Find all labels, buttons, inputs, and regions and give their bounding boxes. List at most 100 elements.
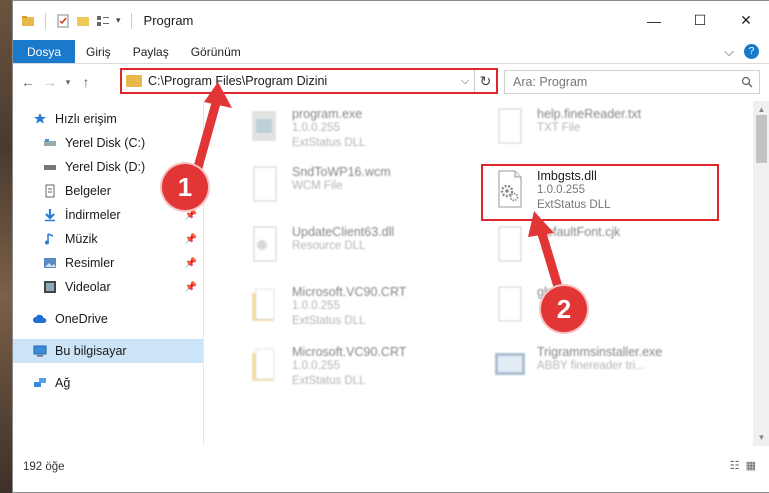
file-meta: ExtStatus DLL (292, 315, 366, 327)
desktop-background-left (0, 0, 12, 493)
download-icon (45, 209, 55, 222)
installer-icon (495, 353, 525, 375)
pin-icon[interactable]: 📌 (185, 234, 197, 245)
list-item[interactable]: Trigrammsinstaller.exe ABBY finereader t… (493, 345, 733, 403)
step-badge-1: 1 (162, 164, 208, 210)
scroll-thumb[interactable] (756, 115, 767, 163)
file-meta: ABBY finereader tri... (537, 360, 645, 372)
window-title: Program (143, 13, 194, 28)
forward-arrow-icon[interactable]: → (39, 74, 61, 90)
list-item[interactable]: Microsoft.VC90.CRT 1.0.0.255 ExtStatus D… (248, 345, 488, 403)
file-name: SndToWP16.wcm (292, 165, 391, 179)
sidebar-item-network[interactable]: Ağ (13, 371, 203, 395)
ribbon-expand-icon[interactable]: ⌵ (724, 44, 734, 60)
file-name: UpdateClient63.dll (292, 225, 395, 239)
sidebar-item-label: Yerel Disk (D:) (65, 160, 146, 174)
window-controls: — ☐ ✕ (631, 1, 769, 40)
sidebar-item-label: İndirmeler (65, 208, 121, 222)
tab-view[interactable]: Görünüm (180, 40, 252, 63)
step-badge-2: 2 (541, 286, 587, 332)
details-view-icon[interactable]: ☷ (730, 459, 740, 472)
help-icon[interactable]: ? (744, 44, 759, 59)
file-name: program.exe (292, 107, 363, 121)
address-dropdown-icon[interactable]: ⌵ (456, 75, 474, 88)
tab-home[interactable]: Giriş (75, 40, 122, 63)
sidebar-item-label: Hızlı erişim (55, 112, 117, 126)
list-item[interactable]: SndToWP16.wcm WCM File (248, 165, 488, 223)
documents-icon (45, 184, 55, 198)
toolbar-separator (130, 12, 132, 29)
computer-icon (33, 345, 47, 357)
sidebar-item-label: Ağ (55, 376, 71, 390)
sidebar-item-label: Müzik (65, 232, 98, 246)
address-row: ← → ▾ ↑ C:\Program Files\Program Dizini … (13, 64, 769, 100)
text-file-icon (498, 108, 522, 144)
refresh-icon[interactable]: ↻ (474, 70, 496, 92)
drive-icon (44, 139, 56, 146)
file-meta: 1.0.0.255 (292, 300, 340, 312)
sidebar-item-label: Resimler (65, 256, 115, 270)
exe-file-icon (252, 111, 276, 141)
list-item[interactable]: UpdateClient63.dll Resource DLL (248, 225, 488, 283)
view-switcher: ☷ ▦ (730, 459, 756, 472)
main-area: Hızlı erişim Yerel Disk (C:) Yerel Disk … (13, 101, 769, 446)
file-name: help.fineReader.txt (537, 107, 642, 121)
sidebar-item-label: Bu bilgisayar (55, 344, 127, 358)
search-input[interactable]: Ara: Program (504, 70, 760, 94)
pin-icon[interactable]: 📌 (185, 258, 197, 269)
pictures-icon (44, 258, 56, 268)
tab-share[interactable]: Paylaş (122, 40, 180, 63)
file-name: Microsoft.VC90.CRT (292, 285, 407, 299)
sidebar-item-onedrive[interactable]: OneDrive (13, 307, 203, 331)
back-arrow-icon[interactable]: ← (17, 74, 39, 90)
sidebar-item-this-pc[interactable]: Bu bilgisayar (13, 339, 203, 363)
close-button[interactable]: ✕ (723, 1, 769, 40)
sidebar-item-quick-access[interactable]: Hızlı erişim (13, 107, 203, 131)
explorer-window: ▾ Program — ☐ ✕ Dosya Giriş Paylaş Görün… (12, 0, 769, 493)
file-meta: 1.0.0.255 (292, 122, 340, 134)
pin-icon[interactable]: 📌 (185, 282, 197, 293)
large-icons-view-icon[interactable]: ▦ (746, 459, 756, 472)
recent-dropdown-icon[interactable]: ▾ (61, 77, 75, 88)
network-icon (34, 378, 46, 387)
music-icon (45, 233, 54, 245)
file-meta: Resource DLL (292, 240, 366, 252)
folder-icon (126, 75, 142, 87)
tab-file[interactable]: Dosya (13, 40, 76, 63)
customize-view-icon[interactable] (96, 14, 110, 28)
pin-icon[interactable]: 📌 (185, 210, 197, 221)
item-count: 192 öğe (23, 461, 65, 473)
vertical-scrollbar[interactable]: ▲ ▼ (753, 101, 769, 446)
qa-dropdown-icon[interactable]: ▾ (116, 15, 121, 26)
list-item[interactable]: Microsoft.VC90.CRT 1.0.0.255 ExtStatus D… (248, 285, 488, 343)
folder-file-icon (252, 288, 275, 321)
list-item[interactable]: program.exe 1.0.0.255 ExtStatus DLL (248, 107, 488, 165)
ribbon-tabs: Dosya Giriş Paylaş Görünüm ⌵ ? (13, 40, 769, 64)
star-icon (34, 113, 46, 124)
file-name: Trigrammsinstaller.exe (537, 345, 663, 359)
address-bar[interactable]: C:\Program Files\Program Dizini ⌵ ↻ (120, 68, 498, 94)
file-list: program.exe 1.0.0.255 ExtStatus DLL help… (218, 101, 742, 446)
minimize-button[interactable]: — (631, 1, 677, 40)
up-arrow-icon[interactable]: ↑ (75, 74, 97, 90)
sidebar-item-pictures[interactable]: Resimler 📌 (13, 251, 203, 275)
properties-icon[interactable] (56, 14, 70, 28)
videos-icon (44, 281, 56, 293)
scroll-down-icon[interactable]: ▼ (753, 429, 769, 446)
drive-icon (44, 165, 56, 170)
maximize-button[interactable]: ☐ (677, 1, 723, 40)
file-icon (253, 166, 277, 202)
sidebar-item-music[interactable]: Müzik 📌 (13, 227, 203, 251)
new-folder-icon[interactable] (76, 14, 90, 28)
folder-icon (22, 15, 34, 26)
sidebar-item-label: Yerel Disk (C:) (65, 136, 146, 150)
status-bar: 192 öğe ☷ ▦ (13, 457, 769, 477)
sidebar-item-videos[interactable]: Videolar 📌 (13, 275, 203, 299)
list-item[interactable]: help.fineReader.txt TXT File (493, 107, 733, 165)
title-bar: ▾ Program — ☐ ✕ (13, 1, 769, 40)
file-meta: 1.0.0.255 (292, 360, 340, 372)
sidebar-item-label: Belgeler (65, 184, 111, 198)
search-placeholder: Ara: Program (513, 75, 588, 89)
file-meta: TXT File (537, 122, 581, 134)
sidebar-item-local-disk-c[interactable]: Yerel Disk (C:) (13, 131, 203, 155)
